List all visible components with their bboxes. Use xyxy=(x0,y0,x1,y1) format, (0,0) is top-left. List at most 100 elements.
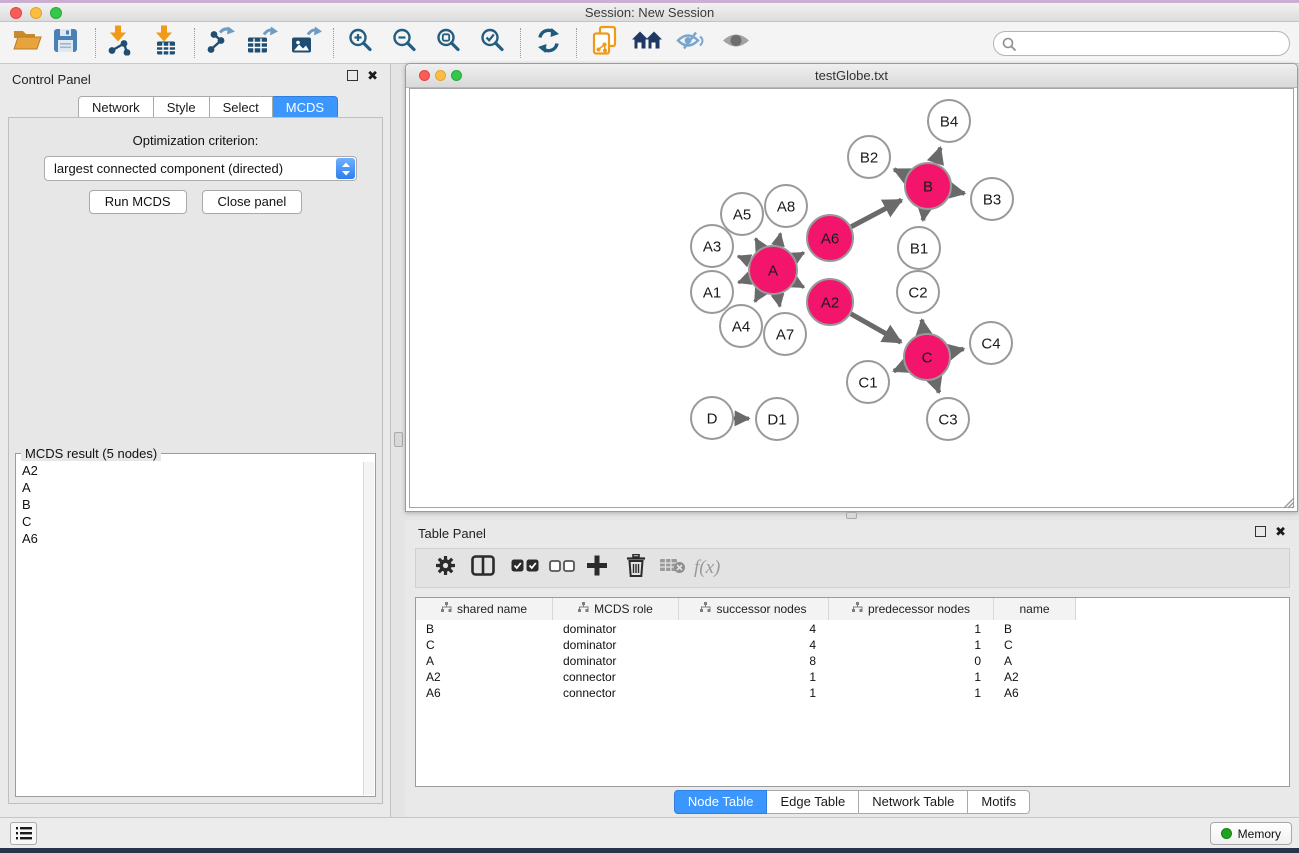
export-network-icon[interactable] xyxy=(205,25,235,60)
search-field[interactable] xyxy=(993,31,1290,56)
table-cell[interactable]: A xyxy=(994,653,1076,669)
edge-A-A7[interactable] xyxy=(778,295,780,307)
table-cell[interactable]: 4 xyxy=(679,637,829,653)
table-row[interactable]: Adominator80A xyxy=(416,653,1289,669)
edge-A-A6[interactable] xyxy=(795,253,804,258)
edge-B-B2[interactable] xyxy=(894,169,906,175)
graph-node-B1[interactable]: B1 xyxy=(898,227,940,269)
graph-node-B[interactable]: B xyxy=(905,163,951,209)
table-cell[interactable]: dominator xyxy=(553,621,679,637)
table-row[interactable]: Bdominator41B xyxy=(416,621,1289,637)
table-cell[interactable]: 8 xyxy=(679,653,829,669)
edge-A-A8[interactable] xyxy=(778,233,780,245)
edge-A-A1[interactable] xyxy=(738,278,749,282)
table-cell[interactable]: A xyxy=(416,653,553,669)
horizontal-split-handle[interactable] xyxy=(846,512,857,519)
graph-node-A4[interactable]: A4 xyxy=(720,305,762,347)
graph-node-D[interactable]: D xyxy=(691,397,733,439)
result-item[interactable]: A6 xyxy=(17,530,363,547)
table-cell[interactable]: connector xyxy=(553,669,679,685)
zoom-in-icon[interactable] xyxy=(348,27,374,58)
table-cell[interactable]: B xyxy=(416,621,553,637)
graph-node-A5[interactable]: A5 xyxy=(721,193,763,235)
export-table-icon[interactable] xyxy=(246,25,278,60)
graph-node-C4[interactable]: C4 xyxy=(970,322,1012,364)
search-input[interactable] xyxy=(1020,33,1280,54)
table-cell[interactable]: C xyxy=(416,637,553,653)
edge-C-C1[interactable] xyxy=(894,366,905,371)
edge-A2-C[interactable] xyxy=(851,314,901,342)
edge-B-B1[interactable] xyxy=(923,210,925,221)
table-cell[interactable]: A6 xyxy=(994,685,1076,701)
deselect-all-icon[interactable] xyxy=(549,559,575,577)
save-session-icon[interactable] xyxy=(53,28,78,58)
show-column-panel-icon[interactable] xyxy=(471,555,495,581)
graph-node-B4[interactable]: B4 xyxy=(928,100,970,142)
task-history-button[interactable] xyxy=(10,822,37,845)
select-all-icon[interactable] xyxy=(511,559,539,577)
float-panel-icon[interactable] xyxy=(347,70,358,81)
zoom-fit-icon[interactable] xyxy=(436,27,462,58)
criterion-dropdown[interactable]: largest connected component (directed) xyxy=(44,156,357,181)
edge-B-B4[interactable] xyxy=(935,148,940,164)
table-cell[interactable]: B xyxy=(994,621,1076,637)
edge-A-A3[interactable] xyxy=(738,256,750,261)
table-cell[interactable]: 1 xyxy=(829,621,994,637)
edge-C-C4[interactable] xyxy=(950,349,963,352)
clone-network-icon[interactable] xyxy=(592,25,618,60)
table-cell[interactable]: dominator xyxy=(553,653,679,669)
show-graphics-icon[interactable] xyxy=(721,29,751,56)
float-table-panel-icon[interactable] xyxy=(1255,526,1266,537)
edge-A6-B[interactable] xyxy=(851,200,901,227)
zoom-selected-icon[interactable] xyxy=(480,27,506,58)
table-cell[interactable]: 1 xyxy=(829,669,994,685)
graph-node-A6[interactable]: A6 xyxy=(807,215,853,261)
split-divider-handle[interactable] xyxy=(394,432,403,447)
graph-node-A8[interactable]: A8 xyxy=(765,185,807,227)
table-row[interactable]: A6connector11A6 xyxy=(416,685,1289,701)
close-table-panel-icon[interactable]: ✖ xyxy=(1275,526,1286,537)
table-cell[interactable]: 4 xyxy=(679,621,829,637)
column-header-successor-nodes[interactable]: successor nodes xyxy=(679,598,829,620)
table-cell[interactable]: A2 xyxy=(416,669,553,685)
hide-graphics-icon[interactable] xyxy=(676,28,706,57)
tab-node-table[interactable]: Node Table xyxy=(674,790,768,814)
function-builder-icon[interactable]: f(x) xyxy=(694,557,720,579)
table-cell[interactable]: C xyxy=(994,637,1076,653)
column-header-MCDS-role[interactable]: MCDS role xyxy=(553,598,679,620)
graph-node-B3[interactable]: B3 xyxy=(971,178,1013,220)
tab-network-table[interactable]: Network Table xyxy=(859,790,968,814)
graph-node-C[interactable]: C xyxy=(904,334,950,380)
table-row[interactable]: A2connector11A2 xyxy=(416,669,1289,685)
graph-node-A2[interactable]: A2 xyxy=(807,279,853,325)
import-network-icon[interactable] xyxy=(106,25,134,60)
tab-edge-table[interactable]: Edge Table xyxy=(767,790,859,814)
network-canvas[interactable]: AA1A2A3A4A5A6A7A8BB1B2B3B4CC1C2C3C4DD1 xyxy=(409,88,1294,508)
table-row[interactable]: Cdominator41C xyxy=(416,637,1289,653)
table-cell[interactable]: A2 xyxy=(994,669,1076,685)
network-window-titlebar[interactable]: testGlobe.txt xyxy=(406,64,1297,88)
home-layout-icon[interactable] xyxy=(631,28,664,57)
run-mcds-button[interactable]: Run MCDS xyxy=(89,190,187,214)
create-column-icon[interactable] xyxy=(586,555,608,582)
table-cell[interactable]: 1 xyxy=(829,685,994,701)
graph-node-A1[interactable]: A1 xyxy=(691,271,733,313)
result-item[interactable]: C xyxy=(17,513,363,530)
table-cell[interactable]: connector xyxy=(553,685,679,701)
edge-C-C3[interactable] xyxy=(935,380,939,393)
table-cell[interactable]: 1 xyxy=(829,637,994,653)
graph-node-A7[interactable]: A7 xyxy=(764,313,806,355)
vertical-split-divider[interactable] xyxy=(392,64,405,817)
result-item[interactable]: B xyxy=(17,496,363,513)
edge-A-A5[interactable] xyxy=(756,238,761,248)
edge-A-A4[interactable] xyxy=(755,292,761,302)
graph-node-B2[interactable]: B2 xyxy=(848,136,890,178)
table-cell[interactable]: dominator xyxy=(553,637,679,653)
open-session-icon[interactable] xyxy=(12,28,42,58)
result-item[interactable]: A2 xyxy=(17,462,363,479)
table-cell[interactable]: A6 xyxy=(416,685,553,701)
column-header-shared-name[interactable]: shared name xyxy=(416,598,553,620)
graph-node-D1[interactable]: D1 xyxy=(756,398,798,440)
graph-node-A[interactable]: A xyxy=(749,246,797,294)
column-header-name[interactable]: name xyxy=(994,598,1076,620)
